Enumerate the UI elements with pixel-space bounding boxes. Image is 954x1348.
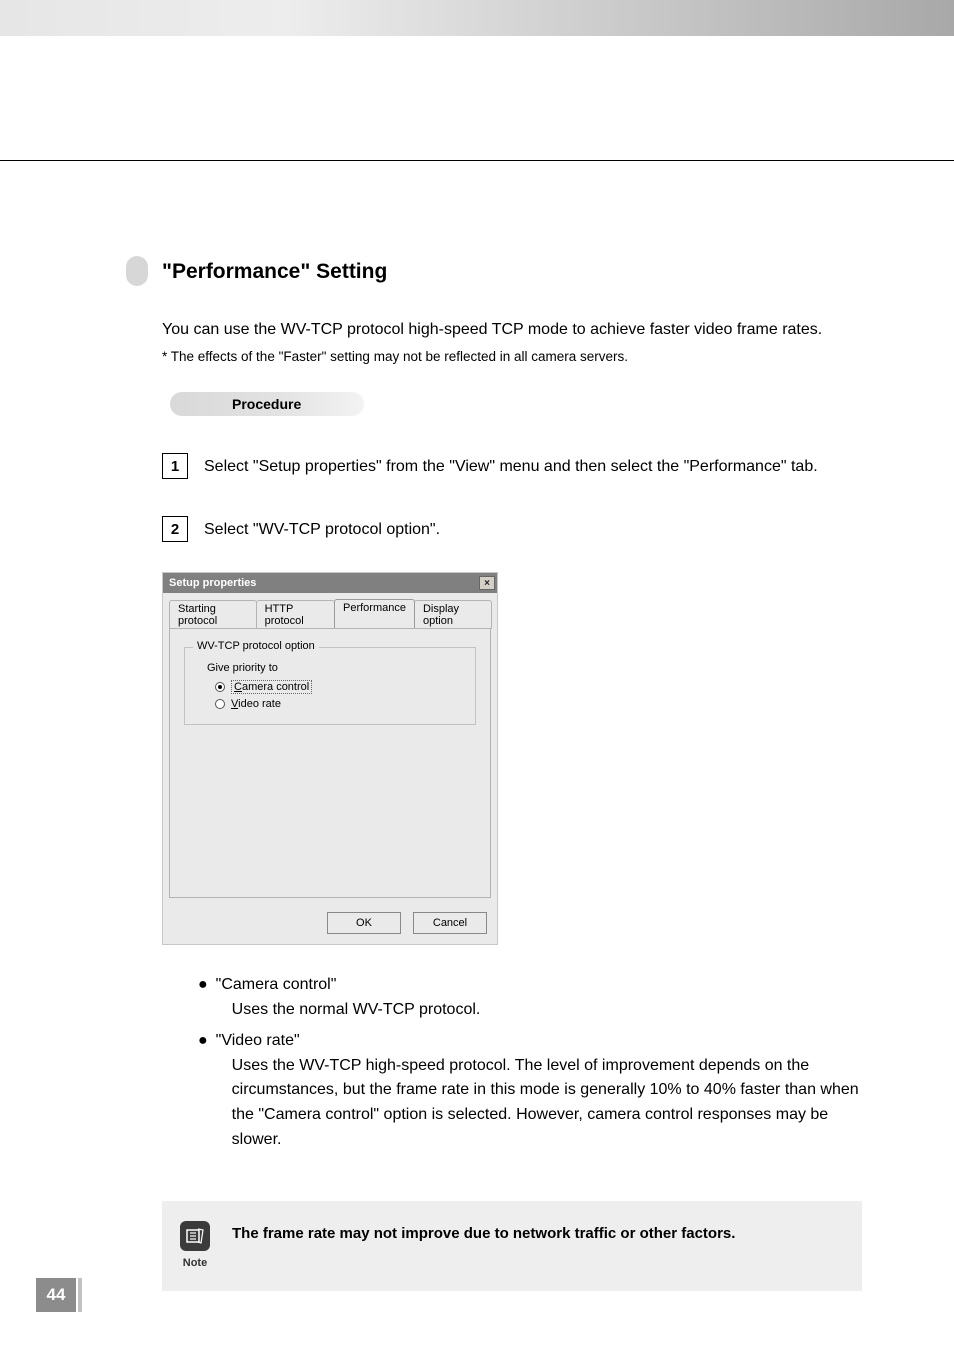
tab-http-protocol[interactable]: HTTP protocol bbox=[256, 600, 335, 629]
radio-dot-icon bbox=[215, 682, 225, 692]
note-left: Note bbox=[180, 1221, 210, 1269]
procedure-pill: Procedure bbox=[170, 392, 364, 416]
step-number-box: 1 bbox=[162, 453, 188, 479]
main-content: "Performance" Setting You can use the WV… bbox=[128, 248, 868, 1291]
note-label: Note bbox=[183, 1257, 207, 1269]
explain-video-rate: ● "Video rate" Uses the WV-TCP high-spee… bbox=[198, 1029, 868, 1153]
step-text: Select "Setup properties" from the "View… bbox=[204, 456, 818, 478]
radio-dot-icon bbox=[215, 699, 225, 709]
tab-starting-protocol[interactable]: Starting protocol bbox=[169, 600, 257, 629]
explain-title: "Video rate" bbox=[216, 1029, 868, 1054]
explain-camera-control: ● "Camera control" Uses the normal WV-TC… bbox=[198, 973, 868, 1023]
step-number-box: 2 bbox=[162, 516, 188, 542]
tab-display-option[interactable]: Display option bbox=[414, 600, 492, 629]
cancel-button[interactable]: Cancel bbox=[413, 912, 487, 934]
explain-text: Uses the normal WV-TCP protocol. bbox=[232, 998, 868, 1023]
dialog-titlebar: Setup properties × bbox=[163, 573, 497, 593]
tab-performance[interactable]: Performance bbox=[334, 599, 415, 628]
radio-camera-label: Camera control bbox=[231, 680, 312, 694]
wvtcp-groupbox: WV-TCP protocol option Give priority to … bbox=[184, 647, 476, 725]
dialog-tab-body: WV-TCP protocol option Give priority to … bbox=[169, 628, 491, 898]
page-number-side bbox=[78, 1278, 82, 1312]
section-title: "Performance" Setting bbox=[162, 248, 868, 284]
explain-title: "Camera control" bbox=[216, 973, 868, 998]
bullet-icon: ● bbox=[198, 973, 208, 1023]
top-gradient-bar bbox=[0, 0, 954, 36]
dialog-title: Setup properties bbox=[169, 577, 256, 589]
bullet-icon: ● bbox=[198, 1029, 208, 1153]
note-icon bbox=[180, 1221, 210, 1251]
note-box: Note The frame rate may not improve due … bbox=[162, 1201, 862, 1291]
dialog-tabs: Starting protocol HTTP protocol Performa… bbox=[163, 593, 497, 628]
step-1: 1 Select "Setup properties" from the "Vi… bbox=[128, 456, 868, 479]
options-explanation: ● "Camera control" Uses the normal WV-TC… bbox=[198, 973, 868, 1153]
ok-button[interactable]: OK bbox=[327, 912, 401, 934]
step-text: Select "WV-TCP protocol option". bbox=[204, 519, 440, 541]
intro-paragraph: You can use the WV-TCP protocol high-spe… bbox=[162, 318, 868, 341]
radio-camera-control[interactable]: Camera control bbox=[215, 680, 461, 694]
procedure-label: Procedure bbox=[232, 396, 301, 412]
setup-properties-dialog: Setup properties × Starting protocol HTT… bbox=[162, 572, 498, 945]
note-text: The frame rate may not improve due to ne… bbox=[232, 1221, 735, 1242]
groupbox-legend: WV-TCP protocol option bbox=[193, 640, 319, 652]
radio-video-rate[interactable]: Video rate bbox=[215, 698, 461, 710]
section-bullet-decor bbox=[126, 256, 148, 286]
dialog-button-row: OK Cancel bbox=[163, 904, 497, 944]
explain-text: Uses the WV-TCP high-speed protocol. The… bbox=[232, 1054, 868, 1153]
dialog-close-button[interactable]: × bbox=[479, 576, 495, 590]
header-rule bbox=[0, 160, 954, 161]
footnote: * The effects of the "Faster" setting ma… bbox=[162, 349, 868, 364]
page-number: 44 bbox=[36, 1278, 76, 1312]
priority-label: Give priority to bbox=[207, 662, 461, 674]
step-2: 2 Select "WV-TCP protocol option". bbox=[128, 519, 868, 542]
radio-video-label: Video rate bbox=[231, 698, 281, 710]
